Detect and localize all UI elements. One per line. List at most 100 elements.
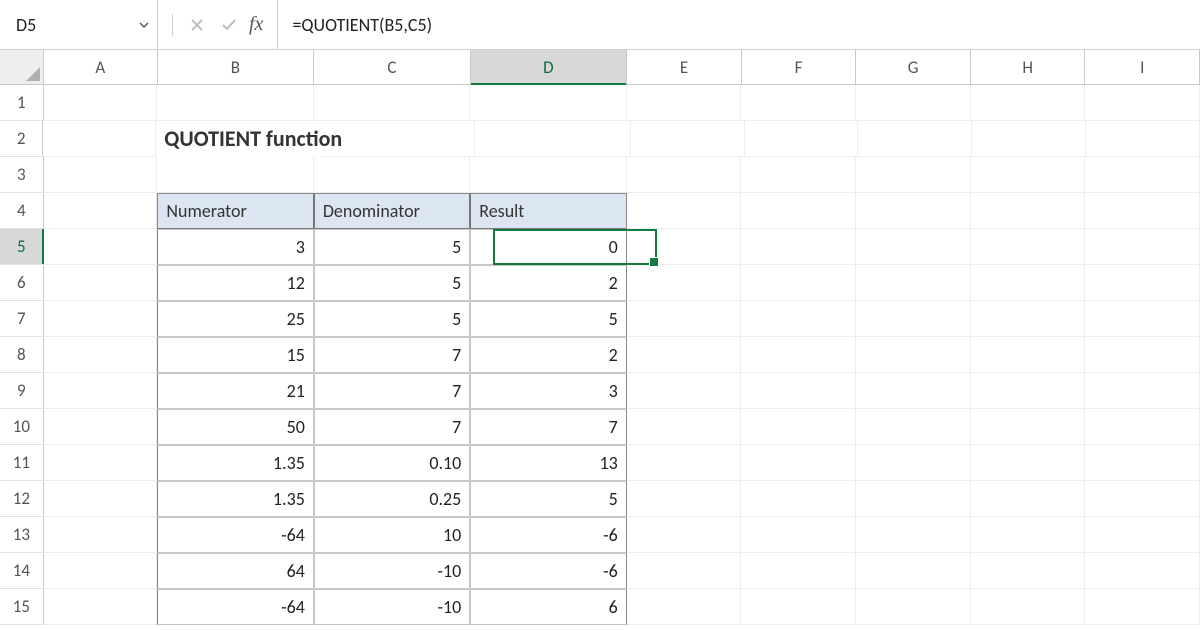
cell[interactable] xyxy=(627,193,742,229)
cell[interactable] xyxy=(627,409,742,445)
row-header[interactable]: 10 xyxy=(0,409,44,445)
cell[interactable] xyxy=(1086,121,1200,157)
cell[interactable] xyxy=(971,193,1086,229)
chevron-down-icon[interactable] xyxy=(137,18,151,32)
cell[interactable] xyxy=(44,85,158,121)
cell[interactable] xyxy=(741,85,856,121)
cell-denominator[interactable]: -10 xyxy=(314,589,470,625)
cell[interactable] xyxy=(745,121,859,157)
cell-numerator[interactable]: 12 xyxy=(157,265,313,301)
cell[interactable] xyxy=(971,157,1086,193)
cell[interactable] xyxy=(856,553,971,589)
cell[interactable] xyxy=(741,157,856,193)
row-header[interactable]: 5 xyxy=(0,229,44,265)
cell[interactable] xyxy=(44,157,158,193)
col-header-D[interactable]: D xyxy=(471,50,628,84)
row-header[interactable]: 7 xyxy=(0,301,44,337)
cell-result[interactable]: -6 xyxy=(470,553,626,589)
cell[interactable] xyxy=(856,193,971,229)
cell[interactable] xyxy=(858,121,972,157)
cell-denominator[interactable]: 5 xyxy=(314,265,470,301)
cell[interactable] xyxy=(856,301,971,337)
cell-denominator[interactable]: -10 xyxy=(314,553,470,589)
cell[interactable] xyxy=(741,445,856,481)
row-header[interactable]: 13 xyxy=(0,517,44,553)
row-header[interactable]: 2 xyxy=(0,121,43,157)
cell[interactable] xyxy=(44,553,158,589)
table-header-result[interactable]: Result xyxy=(470,193,626,229)
cell[interactable] xyxy=(741,229,856,265)
cell[interactable] xyxy=(627,265,742,301)
cell[interactable] xyxy=(741,373,856,409)
cell[interactable] xyxy=(470,85,626,121)
cell[interactable] xyxy=(741,337,856,373)
cell-result[interactable]: 2 xyxy=(470,337,626,373)
cancel-icon[interactable] xyxy=(183,11,211,39)
cell[interactable] xyxy=(741,517,856,553)
cell-numerator[interactable]: 3 xyxy=(157,229,313,265)
cell[interactable] xyxy=(627,553,742,589)
cell[interactable] xyxy=(627,517,742,553)
cell[interactable] xyxy=(856,589,971,625)
cell[interactable] xyxy=(741,301,856,337)
cell[interactable] xyxy=(971,409,1086,445)
cell-result[interactable]: 5 xyxy=(470,301,626,337)
cell[interactable] xyxy=(1085,517,1200,553)
col-header-H[interactable]: H xyxy=(971,50,1086,84)
row-header[interactable]: 15 xyxy=(0,589,44,625)
fx-icon[interactable]: fx xyxy=(247,13,269,36)
cell-numerator[interactable]: 50 xyxy=(157,409,313,445)
cell-denominator[interactable]: 0.25 xyxy=(314,481,470,517)
cell[interactable] xyxy=(856,337,971,373)
cell[interactable] xyxy=(971,445,1086,481)
col-header-A[interactable]: A xyxy=(44,50,158,84)
row-header[interactable]: 11 xyxy=(0,445,44,481)
cell[interactable] xyxy=(971,229,1086,265)
cell[interactable] xyxy=(741,193,856,229)
cell[interactable] xyxy=(971,301,1086,337)
cell[interactable] xyxy=(856,85,971,121)
cell-numerator[interactable]: -64 xyxy=(157,589,313,625)
name-box[interactable]: D5 xyxy=(14,14,137,36)
cell[interactable] xyxy=(971,373,1086,409)
cell[interactable] xyxy=(1085,229,1200,265)
row-header[interactable]: 3 xyxy=(0,157,44,193)
cell[interactable] xyxy=(44,265,158,301)
cell[interactable] xyxy=(1085,553,1200,589)
row-header[interactable]: 4 xyxy=(0,193,44,229)
cell[interactable] xyxy=(856,373,971,409)
cell[interactable] xyxy=(741,265,856,301)
cell[interactable] xyxy=(741,481,856,517)
row-header[interactable]: 12 xyxy=(0,481,44,517)
cell-numerator[interactable]: 15 xyxy=(157,337,313,373)
cell[interactable] xyxy=(971,337,1086,373)
row-header[interactable]: 14 xyxy=(0,553,44,589)
name-box-container[interactable]: D5 xyxy=(0,0,158,49)
cell-result[interactable]: 13 xyxy=(470,445,626,481)
cell[interactable] xyxy=(1085,445,1200,481)
cell[interactable] xyxy=(1085,409,1200,445)
table-header-numerator[interactable]: Numerator xyxy=(157,193,313,229)
cell-numerator[interactable]: 1.35 xyxy=(157,445,313,481)
cell[interactable] xyxy=(1085,481,1200,517)
cell[interactable] xyxy=(314,85,470,121)
cell[interactable] xyxy=(971,481,1086,517)
cell[interactable] xyxy=(157,85,313,121)
formula-input[interactable]: =QUOTIENT(B5,C5) xyxy=(277,0,1200,49)
col-header-F[interactable]: F xyxy=(742,50,857,84)
cell[interactable] xyxy=(741,553,856,589)
cell[interactable] xyxy=(856,265,971,301)
cell[interactable] xyxy=(44,445,158,481)
cell[interactable] xyxy=(856,445,971,481)
cell[interactable] xyxy=(157,157,313,193)
cell[interactable] xyxy=(627,337,742,373)
col-header-C[interactable]: C xyxy=(314,50,471,84)
cell-numerator[interactable]: 1.35 xyxy=(157,481,313,517)
cell-denominator[interactable]: 0.10 xyxy=(314,445,470,481)
cell[interactable] xyxy=(627,481,742,517)
cell[interactable] xyxy=(627,157,742,193)
cell[interactable] xyxy=(1085,157,1200,193)
cell-result[interactable]: -6 xyxy=(470,517,626,553)
cell[interactable] xyxy=(44,301,158,337)
cell[interactable] xyxy=(1085,589,1200,625)
